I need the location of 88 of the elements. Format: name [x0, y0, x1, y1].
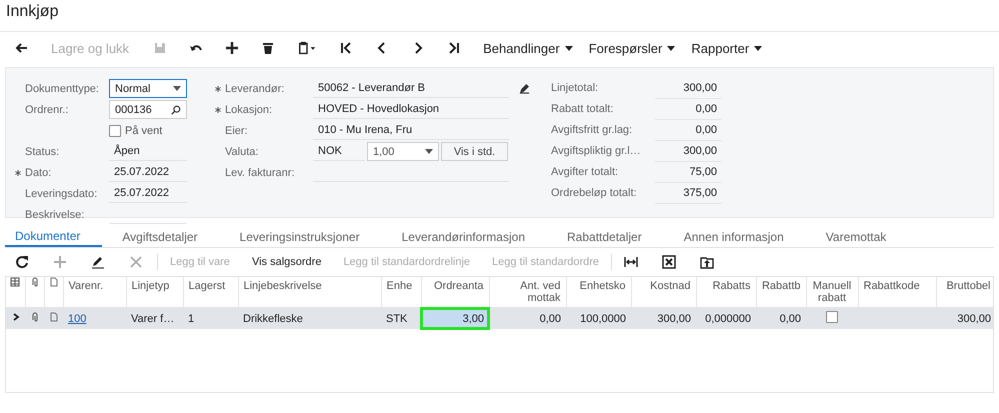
checkbox-label: På vent [125, 124, 162, 136]
current-row-icon [10, 312, 20, 322]
caret-icon [425, 149, 433, 154]
field-label: Eier: [225, 124, 249, 136]
total-label: Rabatt totalt: [551, 102, 614, 117]
toolbar-button[interactable]: Vis salgsordre [252, 256, 322, 268]
checkbox[interactable] [109, 124, 121, 136]
table-cell: 0,00 [756, 308, 806, 329]
tab[interactable]: Rabattdetaljer [557, 226, 664, 247]
first-page-icon[interactable] [339, 41, 354, 55]
caret-icon [564, 46, 573, 50]
table-cell: 1 [183, 308, 238, 329]
pencil-icon[interactable] [91, 255, 105, 269]
trash-icon[interactable] [261, 41, 276, 55]
text-field[interactable]: 25.07.2022 [109, 163, 187, 182]
field-label: Leverandør: [225, 82, 286, 94]
refresh-icon[interactable] [15, 255, 29, 269]
search-icon [171, 104, 181, 114]
field-label: Leveringsdato: [25, 188, 98, 200]
menu-button[interactable]: Forespørsler [588, 40, 676, 56]
total-value: 300,00 [655, 142, 722, 162]
show-in-base-button[interactable]: Vis i std. [441, 142, 508, 161]
table-cell: 0,000000 [696, 308, 756, 329]
field-label: Lokasjon: [225, 104, 274, 116]
total-value: 0,00 [655, 100, 722, 120]
total-label: Avgifter totalt: [551, 165, 620, 180]
tab[interactable]: Varemottak [816, 226, 908, 247]
total-value: 0,00 [655, 120, 722, 140]
total-label: Avgiftspliktig gr.l… [551, 144, 642, 159]
table-cell: 300,00 [936, 308, 993, 329]
back-arrow-icon[interactable] [15, 41, 29, 55]
paperclip-icon[interactable] [30, 312, 40, 322]
total-label: Linjetotal: [551, 81, 600, 96]
field-label: Status: [25, 146, 60, 158]
required-asterisk-icon [215, 86, 221, 92]
total-value: 75,00 [655, 162, 722, 182]
total-value: 300,00 [655, 78, 722, 98]
upload-icon[interactable] [700, 255, 714, 269]
text-field[interactable]: HOVED - Hovedlokasjon [313, 100, 509, 119]
table-cell: STK [381, 308, 421, 329]
field-label: Ordrenr.: [25, 104, 70, 116]
table-cell: 300,00 [631, 308, 696, 329]
select-field[interactable]: Normal [109, 79, 187, 98]
required-asterisk-icon [215, 106, 221, 112]
pencil-icon[interactable] [519, 83, 530, 94]
tab[interactable]: Annen informasjon [674, 226, 806, 247]
field-label: Dato: [25, 166, 52, 178]
rate-select[interactable]: 1,00 [367, 142, 439, 161]
text-field[interactable]: Åpen [109, 142, 187, 161]
clipboard-dropdown-icon[interactable] [297, 41, 318, 55]
tab[interactable]: Leveringsinstruksjoner [230, 226, 382, 247]
menu-button[interactable]: Rapporter [691, 40, 762, 56]
paperclip-icon [30, 277, 40, 287]
fit-width-icon[interactable] [624, 255, 638, 269]
caret-icon [173, 86, 181, 91]
menu-button[interactable]: Behandlinger [483, 40, 573, 56]
table-cell: Drikkefleske [238, 308, 381, 329]
text-field[interactable]: 010 - Mu Irena, Fru [313, 121, 509, 140]
required-asterisk-icon [15, 170, 21, 176]
total-value: 375,00 [655, 184, 722, 204]
note-icon [48, 277, 58, 287]
search-field[interactable]: 000136 [109, 100, 187, 119]
tab[interactable]: Avgiftsdetaljer [112, 226, 220, 247]
text-field[interactable]: 25.07.2022 [109, 184, 187, 203]
last-page-icon[interactable] [447, 41, 462, 55]
caret-icon [667, 46, 676, 50]
table-cell: Varer f… [126, 308, 183, 329]
note-icon[interactable] [48, 312, 58, 322]
item-link[interactable]: 100 [68, 312, 86, 324]
table-cell: 3,00 [421, 308, 489, 329]
text-field[interactable]: 50062 - Leverandør B [313, 79, 509, 98]
tab[interactable]: Leverandørinformasjon [392, 226, 547, 247]
field-label: Dokumenttype: [25, 82, 100, 94]
caret-icon [754, 46, 762, 50]
currency-field[interactable]: NOK [313, 142, 365, 161]
total-label: Avgiftsfritt gr.lag: [551, 123, 634, 138]
checkbox[interactable] [826, 311, 838, 323]
excel-export-icon[interactable] [662, 255, 676, 269]
tab[interactable]: Dokumenter [5, 226, 102, 247]
field-label: Beskrivelse: [25, 208, 86, 220]
add-icon[interactable] [225, 41, 240, 55]
total-label: Ordrebeløp totalt: [551, 186, 638, 201]
table-cell: 0,00 [489, 308, 566, 329]
field-label: Valuta: [225, 146, 260, 158]
page-title: Innkjøp [5, 2, 60, 22]
table-cell: 100,0000 [566, 308, 631, 329]
grid-settings-icon[interactable] [10, 277, 20, 287]
field-label: Lev. fakturanr: [225, 166, 296, 178]
